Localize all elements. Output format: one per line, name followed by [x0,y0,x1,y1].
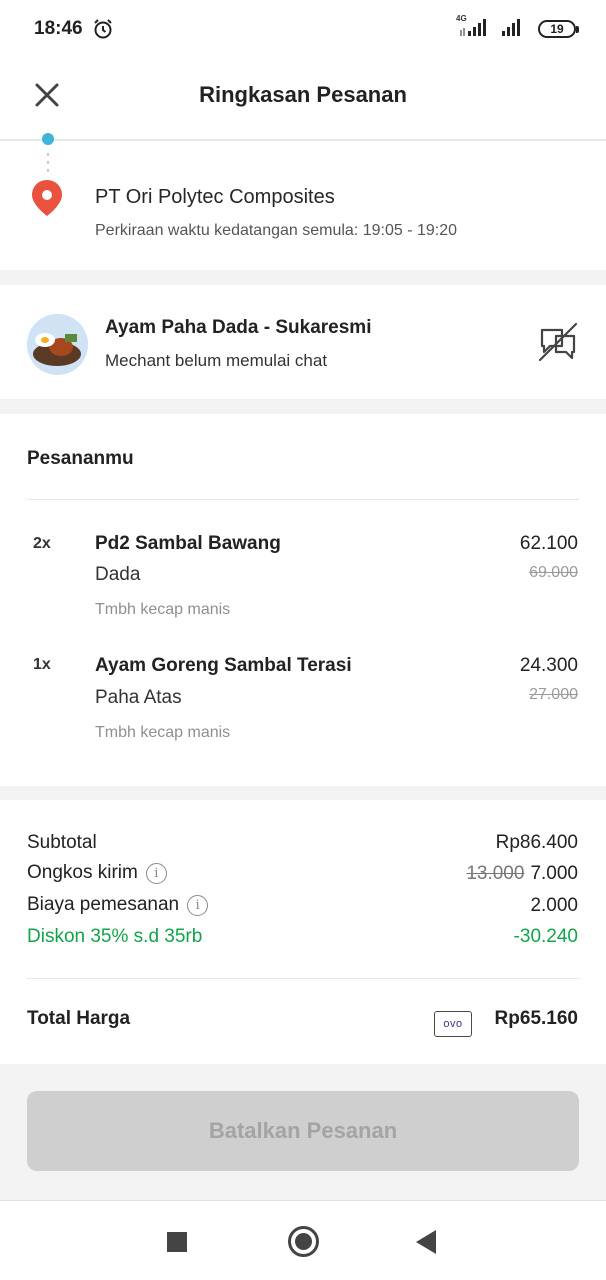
network-type: 4G [456,14,467,23]
total-label: Total Harga [27,1008,131,1029]
item-price: 24.300 [519,655,578,676]
service-fee-value: 2.000 [530,895,578,916]
signal-4g-icon: 4G [456,14,490,38]
destination-name: PT Ori Polytec Composites [95,186,335,208]
order-card: Pesananmu 2x Pd2 Sambal Bawang Dada Tmbh… [0,414,606,786]
subtotal-row: Subtotal [27,832,97,854]
delivery-fee-original: 13.000 [466,863,525,884]
item-price: 62.100 [519,533,578,554]
delivery-fee-current: 7.000 [530,863,578,884]
delivery-fee-value: 13.000 7.000 [466,863,578,885]
item-name: Pd2 Sambal Bawang [95,533,281,554]
back-icon[interactable] [416,1230,436,1254]
system-nav-bar [0,1200,606,1280]
merchant-avatar [27,314,88,375]
subtotal-label: Subtotal [27,832,97,853]
item-original-price: 27.000 [529,686,578,703]
ovo-payment-badge: OVO [434,1011,472,1037]
recents-icon[interactable] [167,1232,187,1252]
payment-method-label: OVO [443,1018,463,1030]
divider [27,978,579,979]
page-title: Ringkasan Pesanan [199,82,407,107]
item-name: Ayam Goreng Sambal Terasi [95,655,352,676]
divider [27,499,579,500]
destination-card: PT Ori Polytec Composites Perkiraan wakt… [0,133,606,270]
item-note: Tmbh kecap manis [95,724,231,741]
info-icon[interactable]: i [187,894,209,916]
item-original-price: 69.000 [529,564,578,581]
info-icon[interactable]: i [145,862,167,884]
discount-value: -30.240 [513,926,578,947]
item-qty: 1x [33,656,51,673]
merchant-chat-status: Mechant belum memulai chat [105,351,328,370]
merchant-card: Ayam Paha Dada - Sukaresmi Mechant belum… [0,285,606,399]
service-fee-label: Biaya pemesanan [27,894,180,915]
alarm-icon [92,18,114,45]
signal-icon [498,16,530,38]
destination-eta: Perkiraan waktu kedatangan semula: 19:05… [95,222,458,239]
home-icon[interactable] [288,1226,319,1257]
app-header: Ringkasan Pesanan [0,58,606,140]
service-fee-row: Biaya pemesanan i [27,894,209,916]
merchant-name: Ayam Paha Dada - Sukaresmi [105,317,372,338]
chat-disabled-icon[interactable] [536,320,580,369]
status-bar: 18:46 4G 19 [0,0,606,58]
cancel-order-button[interactable]: Batalkan Pesanan [27,1091,579,1171]
discount-label: Diskon 35% s.d 35rb [27,926,203,947]
item-qty: 2x [33,535,51,552]
summary-card: Subtotal Rp86.400 Ongkos kirim i 13.000 7… [0,800,606,1064]
status-indicators: 4G 19 [456,14,579,38]
item-variant: Dada [95,564,141,585]
item-variant: Paha Atas [95,687,182,708]
discount-row: Diskon 35% s.d 35rb [27,926,202,948]
delivery-fee-label: Ongkos kirim [27,862,138,883]
order-section-title: Pesananmu [27,448,134,469]
route-line [47,153,49,177]
origin-dot-icon [42,133,54,145]
delivery-fee-row: Ongkos kirim i [27,862,167,884]
item-note: Tmbh kecap manis [95,601,231,618]
total-value: Rp65.160 [494,1008,578,1029]
location-pin-icon [31,179,63,222]
battery-icon: 19 [538,20,579,38]
status-time: 18:46 [34,18,83,39]
subtotal-value: Rp86.400 [495,832,578,853]
